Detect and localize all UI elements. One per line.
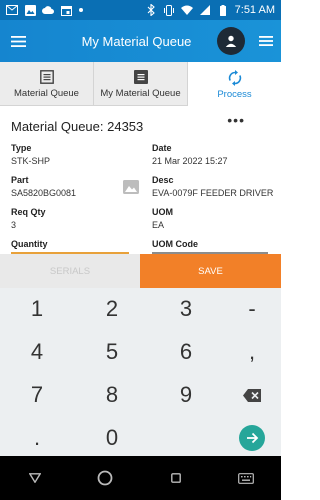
avatar[interactable]: [217, 27, 245, 55]
material-queue-detail: Material Queue: 24353 ••• Type STK-SHP D…: [0, 106, 281, 255]
serials-button[interactable]: SERIALS: [0, 254, 140, 288]
home-button[interactable]: [85, 456, 125, 500]
gmail-icon: [6, 4, 18, 16]
hamburger-icon: [10, 35, 26, 47]
image-placeholder-icon[interactable]: [123, 180, 139, 199]
key-4[interactable]: 4: [2, 332, 72, 372]
part-label: Part: [11, 175, 29, 185]
system-nav-bar: [0, 456, 281, 500]
bluetooth-icon: [145, 4, 157, 16]
image-icon: [24, 4, 36, 16]
key-7[interactable]: 7: [2, 375, 72, 415]
key-0[interactable]: 0: [77, 418, 147, 458]
overflow-menu-button[interactable]: [251, 20, 281, 62]
enter-key[interactable]: [217, 418, 287, 458]
more-options-button[interactable]: •••: [227, 112, 245, 128]
status-bar: 7:51 AM: [0, 0, 281, 20]
arrow-right-icon: [239, 425, 265, 451]
person-icon: [225, 35, 237, 47]
key-period[interactable]: .: [2, 418, 72, 458]
home-circle-icon: [97, 470, 113, 486]
key-comma[interactable]: ,: [217, 332, 287, 372]
tab-process[interactable]: Process: [188, 62, 281, 106]
uom-value: EA: [152, 220, 165, 230]
sync-icon: [228, 69, 242, 87]
numeric-keypad: 1 2 3 - 4 5 6 , 7 8 9 . 0: [0, 288, 281, 456]
hamburger-menu-button[interactable]: [0, 20, 36, 62]
key-8[interactable]: 8: [77, 375, 147, 415]
desc-label: Desc: [152, 175, 174, 185]
tab-label: My Material Queue: [100, 88, 181, 99]
key-9[interactable]: 9: [151, 375, 221, 415]
quantity-label: Quantity: [11, 239, 48, 249]
desc-value: EVA-0079F FEEDER DRIVER: [152, 188, 274, 198]
tab-bar: Material Queue My Material Queue Process: [0, 62, 281, 106]
uom-field: UOM EA: [152, 207, 173, 230]
req-qty-field: Req Qty 3: [11, 207, 46, 230]
action-buttons: SERIALS SAVE: [0, 254, 281, 288]
vibrate-icon: [163, 4, 175, 16]
list-icon: [39, 68, 54, 86]
calendar-icon: [60, 4, 72, 16]
material-queue-title: Material Queue: 24353: [11, 119, 144, 134]
keyboard-icon: [237, 472, 254, 484]
tab-label: Material Queue: [14, 88, 79, 99]
back-button[interactable]: [15, 456, 55, 500]
wifi-icon: [180, 4, 193, 16]
type-field: Type STK-SHP: [11, 143, 50, 166]
type-value: STK-SHP: [11, 156, 51, 166]
dot-icon: [78, 4, 84, 16]
list-icon: [133, 68, 148, 86]
uom-label: UOM: [152, 207, 173, 217]
backspace-key[interactable]: [217, 375, 287, 415]
back-triangle-icon: [29, 473, 42, 483]
date-field: Date 21 Mar 2022 15:27: [152, 143, 228, 166]
date-value: 21 Mar 2022 15:27: [152, 156, 228, 166]
save-button[interactable]: SAVE: [140, 254, 281, 288]
desc-field: Desc EVA-0079F FEEDER DRIVER: [152, 175, 273, 198]
date-label: Date: [152, 143, 172, 153]
key-minus[interactable]: -: [217, 289, 287, 329]
recents-square-icon: [170, 473, 181, 483]
battery-icon: [217, 4, 229, 16]
uom-code-field: UOM Code: [152, 239, 198, 252]
part-field: Part SA5820BG0081: [11, 175, 76, 198]
tab-label: Process: [217, 88, 252, 100]
cloud-icon: [42, 4, 54, 16]
quantity-field: Quantity: [11, 239, 48, 252]
page-title: My Material Queue: [81, 33, 192, 49]
key-6[interactable]: 6: [151, 332, 221, 372]
type-label: Type: [11, 143, 32, 153]
key-5[interactable]: 5: [77, 332, 147, 372]
keyboard-button[interactable]: [226, 456, 266, 500]
key-1[interactable]: 1: [2, 289, 72, 329]
tab-material-queue[interactable]: Material Queue: [0, 62, 94, 106]
part-value: SA5820BG0081: [11, 188, 77, 198]
menu-lines-icon: [259, 36, 273, 46]
app-bar: My Material Queue: [0, 20, 281, 62]
uom-code-label: UOM Code: [152, 239, 198, 249]
key-2[interactable]: 2: [77, 289, 147, 329]
req-qty-value: 3: [11, 220, 17, 230]
key-3[interactable]: 3: [151, 289, 221, 329]
recents-button[interactable]: [156, 456, 196, 500]
tab-my-material-queue[interactable]: My Material Queue: [94, 62, 188, 106]
signal-icon: [199, 4, 211, 16]
req-qty-label: Req Qty: [11, 207, 46, 217]
backspace-icon: [243, 388, 261, 402]
status-time: 7:51 AM: [234, 4, 275, 16]
